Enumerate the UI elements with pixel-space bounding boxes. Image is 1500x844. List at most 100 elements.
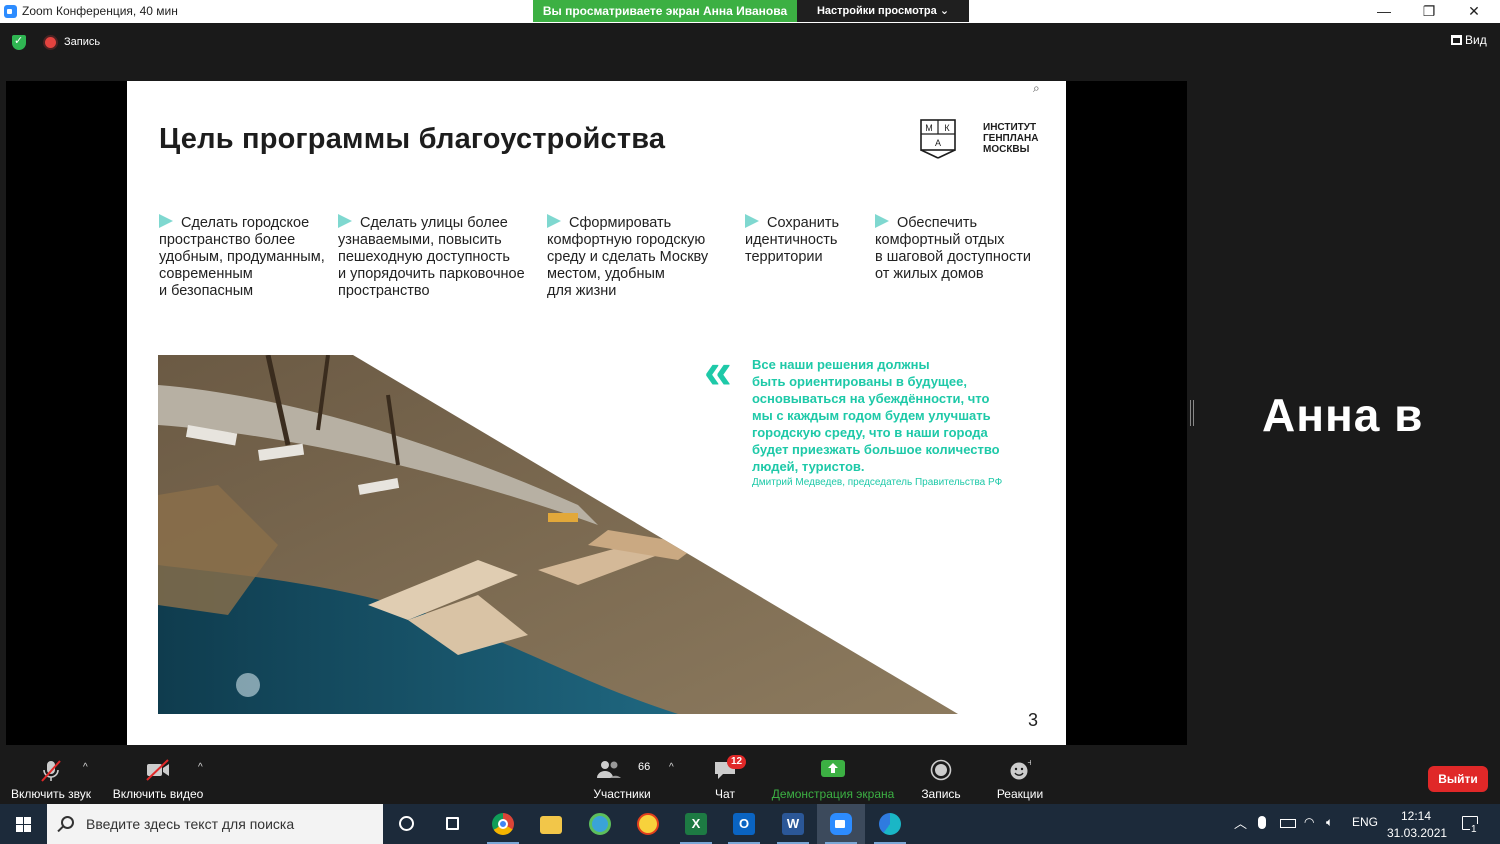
window-titlebar: Zoom Конференция, 40 мин Вы просматривае…: [0, 0, 1500, 23]
taskbar-app-browser[interactable]: [576, 804, 624, 844]
task-view-button[interactable]: [430, 804, 478, 844]
logo-line: МОСКВЫ: [983, 144, 1030, 155]
share-screen-button[interactable]: Демонстрация экрана: [768, 745, 898, 804]
goal-line: Сформировать: [569, 215, 672, 231]
goal-line: Сделать улицы более: [360, 215, 508, 231]
search-placeholder: Введите здесь текст для поиска: [86, 816, 295, 832]
participants-options-caret-icon[interactable]: ^: [669, 762, 674, 773]
cortana-button[interactable]: [383, 804, 431, 844]
muted-mic-icon: [41, 760, 61, 782]
taskbar-app-zoom[interactable]: [817, 804, 865, 844]
video-options-caret-icon[interactable]: ^: [198, 762, 203, 773]
view-options-button[interactable]: Настройки просмотра ⌄: [797, 0, 969, 22]
view-button[interactable]: Вид: [1465, 33, 1487, 47]
quote-line: людей, туристов.: [752, 459, 865, 474]
goal-line: удобным, продуманным,: [159, 249, 325, 265]
video-off-icon: [146, 759, 169, 781]
security-shield-icon[interactable]: [12, 34, 26, 50]
participant-name-tile[interactable]: Анна в: [1262, 388, 1423, 442]
unmute-button[interactable]: Включить звук: [5, 745, 97, 804]
zoom-camera-glyph: [835, 820, 845, 828]
goal-line: пешеходную доступность: [338, 249, 510, 265]
record-button[interactable]: Запись: [912, 745, 970, 804]
record-status-label[interactable]: Запись: [64, 36, 100, 48]
notification-count: 1: [1470, 824, 1478, 835]
minimize-button[interactable]: —: [1361, 0, 1407, 23]
participants-button[interactable]: 66 Участники: [590, 745, 654, 804]
chat-label: Чат: [715, 787, 735, 801]
panel-resize-handle[interactable]: [1190, 400, 1194, 426]
institute-logo-text: ИНСТИТУТ ГЕНПЛАНА МОСКВЫ: [983, 122, 1063, 155]
globe-icon: [589, 813, 611, 835]
excel-icon: X: [685, 813, 707, 835]
bullet-triangle-icon: [745, 214, 759, 228]
taskbar-app-1c[interactable]: [624, 804, 672, 844]
audio-options-caret-icon[interactable]: ^: [83, 762, 88, 773]
reaction-smiley-icon: +: [1010, 759, 1031, 780]
quote-line: основываться на убеждённости, что: [752, 391, 990, 406]
quote-line: мы с каждым годом будем улучшать: [752, 408, 991, 423]
record-icon[interactable]: [45, 37, 56, 48]
taskbar-app-file-explorer[interactable]: [527, 804, 575, 844]
taskbar-app-edge[interactable]: [866, 804, 914, 844]
meeting-controls-bar: Включить звук ^ Включить видео ^ 66 Учас…: [0, 745, 1500, 804]
chat-button[interactable]: 12 Чат: [700, 745, 750, 804]
input-language[interactable]: ENG: [1352, 815, 1378, 829]
logo-line: ГЕНПЛАНА: [983, 133, 1039, 144]
logo-letter: К: [944, 123, 950, 133]
goal-line: пространство: [338, 283, 430, 299]
goal-line: идентичность: [745, 232, 838, 248]
tray-volume-icon[interactable]: 🔈︎: [1326, 815, 1333, 830]
windows-taskbar: Введите здесь текст для поиска X O W ︿ ◠…: [0, 804, 1500, 844]
svg-text:+: +: [1027, 759, 1031, 767]
taskbar-app-chrome[interactable]: [479, 804, 527, 844]
start-video-button[interactable]: Включить видео: [110, 745, 206, 804]
goal-line: среду и сделать Москву: [547, 249, 709, 265]
goal-line: и безопасным: [159, 283, 254, 299]
goal-item: Сохранить идентичность территории: [745, 214, 839, 266]
goal-line: в шаговой доступности: [875, 249, 1031, 265]
taskbar-app-excel[interactable]: X: [672, 804, 720, 844]
edge-icon: [879, 813, 901, 835]
close-button[interactable]: ✕: [1451, 0, 1497, 23]
participants-label: Участники: [593, 787, 651, 801]
task-view-icon: [446, 817, 459, 830]
tray-mic-icon[interactable]: [1258, 816, 1266, 829]
clock-date[interactable]: 31.03.2021: [1387, 826, 1447, 840]
clock-time[interactable]: 12:14: [1401, 809, 1431, 823]
zoom-app-icon: [4, 5, 17, 18]
taskbar-app-word[interactable]: W: [769, 804, 817, 844]
share-screen-label: Демонстрация экрана: [771, 787, 895, 801]
quote-line: быть ориентированы в будущее,: [752, 374, 967, 389]
goal-item: Сделать улицы более узнаваемыми, повысит…: [338, 214, 525, 300]
record-circle-icon: [930, 759, 952, 781]
folder-icon: [540, 816, 562, 834]
tray-wifi-icon[interactable]: ◠: [1304, 815, 1314, 829]
tray-battery-icon[interactable]: [1280, 819, 1296, 828]
maximize-button[interactable]: ❐: [1406, 0, 1452, 23]
goal-item: Сформировать комфортную городскую среду …: [547, 214, 708, 300]
goal-line: от жилых домов: [875, 266, 984, 282]
leave-meeting-button[interactable]: Выйти: [1428, 766, 1488, 792]
window-title: Zoom Конференция, 40 мин: [22, 4, 178, 18]
bullet-triangle-icon: [875, 214, 889, 228]
cursor-icon: ⌕: [1033, 81, 1040, 95]
participants-icon: [597, 761, 622, 778]
taskbar-search-box[interactable]: Введите здесь текст для поиска: [47, 804, 383, 844]
tray-chevron-icon[interactable]: ︿: [1234, 813, 1247, 832]
reactions-button[interactable]: + Реакции: [990, 745, 1050, 804]
windows-start-icon[interactable]: [0, 804, 47, 844]
grid-view-icon[interactable]: [1451, 35, 1462, 45]
record-label: Запись: [921, 787, 961, 801]
goal-line: комфортный отдых: [875, 232, 1005, 248]
chat-unread-badge: 12: [727, 755, 747, 769]
goal-line: Сделать городское: [181, 215, 310, 231]
meeting-top-bar: Запись Вид: [0, 23, 1500, 81]
share-banner: Вы просматриваете экран Анна Иванова: [533, 0, 797, 22]
goal-line: узнаваемыми, повысить: [338, 232, 502, 248]
goal-item: Сделать городское пространство более удо…: [159, 214, 325, 300]
slide-page-number: 3: [1028, 710, 1039, 730]
goal-line: территории: [745, 249, 823, 265]
bullet-triangle-icon: [338, 214, 352, 228]
taskbar-app-outlook[interactable]: O: [720, 804, 768, 844]
